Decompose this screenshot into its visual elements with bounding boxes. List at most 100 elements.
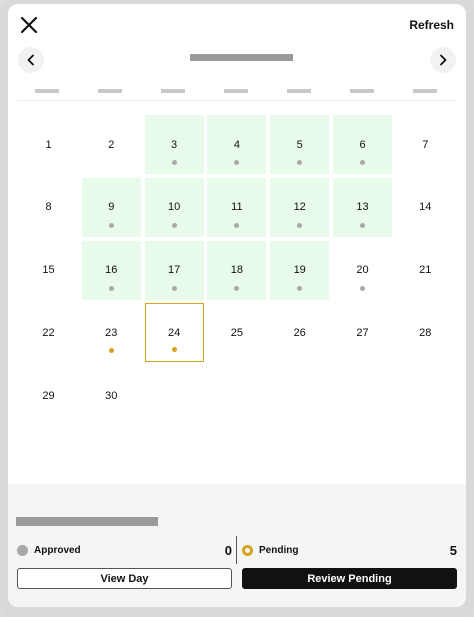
calendar-day-cell[interactable]: 5: [270, 115, 330, 174]
day-number: 4: [233, 138, 240, 151]
approved-label: Approved: [34, 544, 81, 556]
day-number: 17: [167, 264, 181, 277]
calendar-day-cell[interactable]: 6: [333, 115, 392, 174]
close-icon: [20, 16, 38, 34]
weekday-label-placeholder: [98, 89, 122, 93]
day-number: 24: [167, 326, 181, 339]
calendar-day-cell[interactable]: 3: [144, 115, 204, 174]
calendar-day-cell[interactable]: 16: [81, 240, 141, 300]
day-number: 10: [167, 201, 181, 214]
day-number: 21: [419, 264, 432, 277]
calendar-screen: Refresh 1 2 3 4 5 6 7 8 9 10 11 12 13 14 15 16 17 18 19 20 2…: [8, 4, 466, 607]
pending-legend-icon: [242, 544, 253, 556]
day-number: 12: [293, 201, 306, 214]
day-number: 16: [105, 264, 118, 277]
calendar-day-cell[interactable]: 26: [270, 303, 329, 362]
calendar-day-cell[interactable]: 13: [333, 177, 392, 237]
calendar-day-cell[interactable]: 20: [333, 241, 392, 300]
day-number: 27: [356, 326, 369, 339]
calendar-day-cell[interactable]: 30: [82, 366, 141, 425]
calendar-day-cell[interactable]: 11: [207, 177, 267, 237]
calendar-day-cell[interactable]: 27: [333, 303, 392, 362]
day-number: 18: [230, 264, 244, 277]
day-number: 28: [419, 326, 432, 339]
previous-month-button[interactable]: [18, 47, 44, 73]
calendar-day-cell[interactable]: 18: [207, 240, 267, 300]
pending-indicator-dot: [108, 348, 114, 354]
calendar-day-cell[interactable]: 29: [19, 366, 78, 425]
approved-count: 0: [224, 542, 232, 558]
pending-count: 5: [449, 542, 457, 558]
day-number: 7: [422, 138, 429, 151]
calendar-day-cell[interactable]: 19: [270, 240, 330, 300]
calendar-day-cell[interactable]: 12: [270, 177, 330, 237]
weekday-label-placeholder: [350, 89, 374, 93]
device-frame: Refresh 1 2 3 4 5 6 7 8 9 10 11 12 13 14 15 16 17 18 19 20 2…: [0, 0, 474, 617]
pending-indicator-dot: [171, 347, 177, 353]
day-number: 2: [108, 138, 115, 151]
status-indicator-dot: [297, 160, 303, 165]
calendar-day-cell[interactable]: 28: [396, 303, 455, 362]
calendar-day-cell[interactable]: 1: [19, 115, 78, 174]
approved-stat: Approved 0: [17, 542, 232, 558]
calendar-day-cell[interactable]: 8: [19, 178, 78, 237]
calendar-day-cell[interactable]: 9: [81, 177, 141, 237]
day-number: 20: [356, 264, 369, 277]
status-indicator-dot: [234, 222, 240, 228]
refresh-button[interactable]: Refresh: [409, 18, 454, 32]
calendar-day-cell[interactable]: 22: [19, 303, 78, 362]
summary-panel: Approved 0 Pending 5 View Day Review Pen…: [8, 484, 466, 607]
day-number: 19: [293, 264, 306, 277]
calendar-day-cell[interactable]: 4: [207, 115, 267, 174]
chevron-left-icon: [27, 54, 34, 66]
next-month-button[interactable]: [430, 47, 456, 73]
status-indicator-dot: [171, 222, 177, 228]
status-indicator-dot: [360, 160, 365, 165]
calendar-day-cell[interactable]: 15: [19, 241, 78, 300]
day-number: 9: [108, 201, 115, 214]
calendar-day-cell[interactable]: 7: [396, 115, 455, 174]
day-number: 14: [419, 201, 432, 214]
weekday-label-placeholder: [413, 89, 437, 93]
status-indicator-dot: [297, 285, 303, 291]
close-button[interactable]: [18, 14, 40, 36]
day-number: 30: [105, 389, 118, 402]
chevron-right-icon: [440, 54, 447, 66]
day-number: 29: [42, 389, 55, 402]
day-number: 22: [42, 326, 55, 339]
calendar-day-cell[interactable]: 25: [207, 303, 266, 362]
day-number: 8: [45, 201, 52, 214]
calendar-day-cell[interactable]: 17: [144, 240, 204, 300]
day-number: 15: [42, 264, 55, 277]
pending-label: Pending: [259, 544, 299, 556]
approved-legend-icon: [17, 544, 28, 556]
status-indicator-dot: [360, 222, 365, 228]
day-number: 25: [230, 326, 244, 339]
calendar-day-cell[interactable]: 24: [144, 303, 204, 363]
status-indicator-dot: [297, 222, 303, 228]
day-number: 13: [356, 201, 369, 214]
day-number: 6: [359, 138, 366, 151]
calendar-day-cell[interactable]: 14: [396, 178, 455, 237]
view-day-button[interactable]: View Day: [17, 568, 232, 589]
calendar-day-cell[interactable]: 10: [144, 177, 204, 237]
status-indicator-dot: [171, 285, 177, 291]
summary-title-placeholder: [16, 517, 158, 526]
status-indicator-dot: [234, 160, 240, 165]
calendar-day-cell[interactable]: 21: [396, 241, 455, 300]
calendar-day-cell[interactable]: 23: [82, 303, 141, 362]
status-indicator-dot: [108, 222, 114, 228]
day-number: 26: [293, 326, 306, 339]
day-number: 23: [105, 326, 118, 339]
calendar-day-cell[interactable]: 2: [82, 115, 141, 174]
status-indicator-dot: [360, 285, 365, 291]
month-title-placeholder: [190, 54, 293, 61]
calendar-grid: 1 2 3 4 5 6 7 8 9 10 11 12 13 14 15 16 17 18 19 20 21 22 23 24 2…: [17, 115, 457, 425]
review-pending-button[interactable]: Review Pending: [242, 568, 457, 589]
day-number: 5: [296, 138, 303, 151]
status-indicator-dot: [108, 285, 114, 291]
stat-divider: [236, 536, 237, 564]
day-number: 1: [45, 138, 52, 151]
weekday-header-row: [17, 89, 457, 95]
weekday-label-placeholder: [161, 89, 185, 93]
